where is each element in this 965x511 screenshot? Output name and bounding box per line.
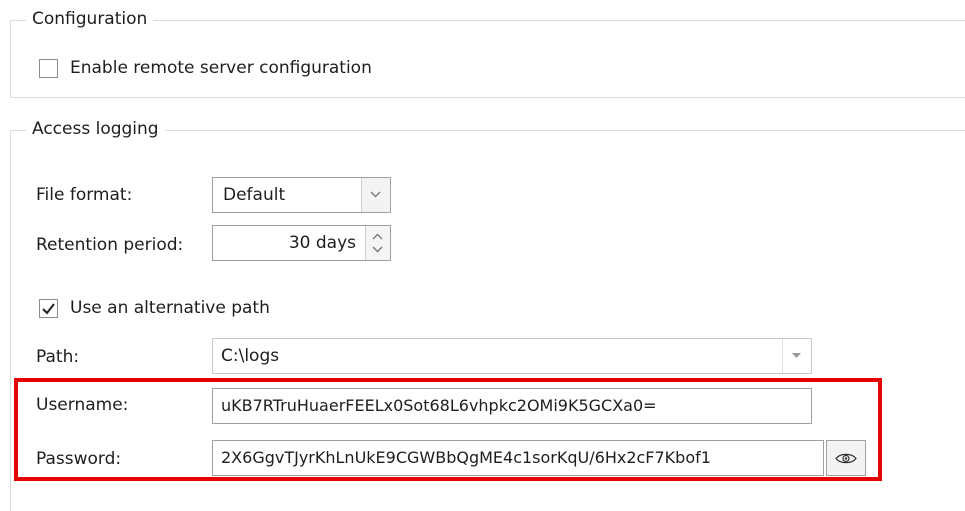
access-logging-legend: Access logging xyxy=(26,118,165,140)
path-combobox[interactable]: C:\logs xyxy=(212,338,812,374)
file-format-dropdown-button[interactable] xyxy=(361,178,390,212)
chevron-down-icon xyxy=(370,191,381,198)
checkmark-icon xyxy=(42,303,55,315)
spin-down-icon[interactable] xyxy=(372,246,383,253)
configuration-legend: Configuration xyxy=(26,8,154,30)
path-label: Path: xyxy=(36,347,80,367)
credentials-highlight xyxy=(14,378,882,481)
alt-path-label[interactable]: Use an alternative path xyxy=(70,296,270,320)
path-dropdown-button[interactable] xyxy=(782,339,811,373)
retention-spin-buttons[interactable] xyxy=(365,226,390,260)
enable-remote-checkbox[interactable] xyxy=(39,59,58,78)
retention-period-label: Retention period: xyxy=(36,235,184,255)
path-value: C:\logs xyxy=(221,346,280,366)
dropdown-arrow-icon xyxy=(792,353,801,358)
retention-period-spinner[interactable]: 30 days xyxy=(212,225,391,261)
spin-up-icon[interactable] xyxy=(372,233,383,240)
alt-path-checkbox[interactable] xyxy=(39,299,58,318)
file-format-select[interactable]: Default xyxy=(212,177,391,213)
file-format-value: Default xyxy=(223,185,286,205)
enable-remote-label[interactable]: Enable remote server configuration xyxy=(70,56,372,80)
retention-period-value: 30 days xyxy=(288,233,356,253)
file-format-label: File format: xyxy=(36,185,133,205)
